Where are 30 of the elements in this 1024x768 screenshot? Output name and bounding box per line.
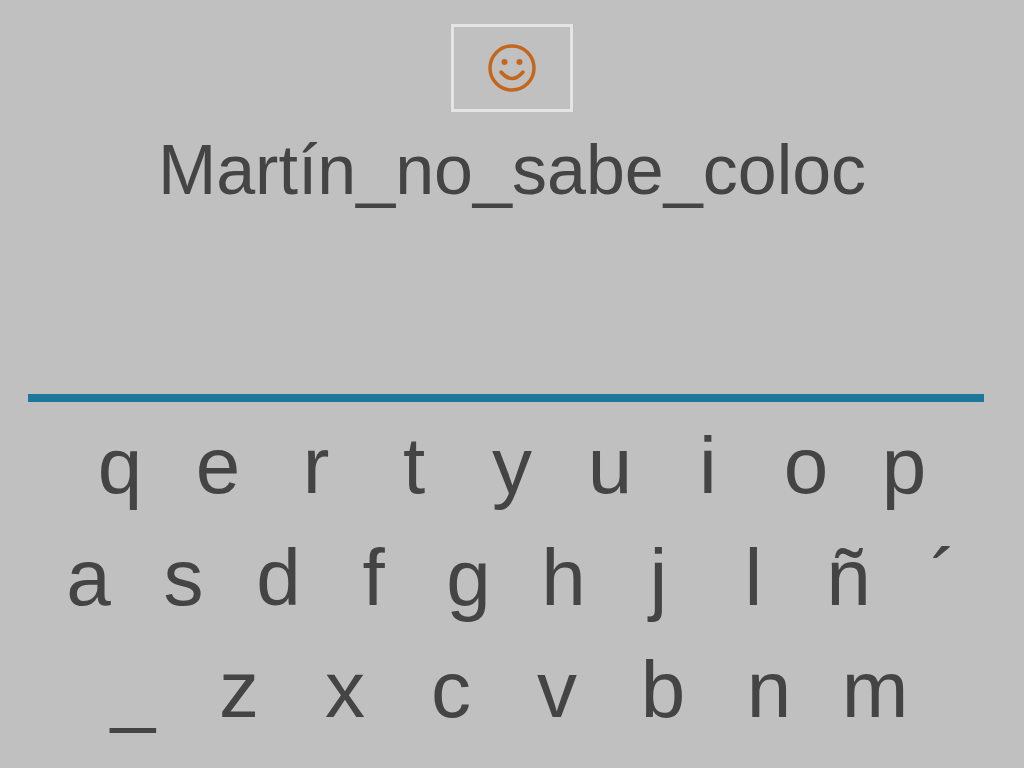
- key-button[interactable]: f: [326, 528, 421, 628]
- key-button[interactable]: z: [186, 640, 292, 740]
- key-button[interactable]: i: [659, 416, 757, 516]
- key-button[interactable]: o: [757, 416, 855, 516]
- key-button[interactable]: y: [463, 416, 561, 516]
- prompt-text: Martín_no_sabe_coloc: [157, 134, 867, 206]
- key-button[interactable]: n: [716, 640, 822, 740]
- key-button[interactable]: h: [516, 528, 611, 628]
- key-button[interactable]: _: [80, 640, 186, 740]
- key-button[interactable]: ´: [896, 528, 991, 628]
- key-button[interactable]: u: [561, 416, 659, 516]
- key-button[interactable]: a: [41, 528, 136, 628]
- key-button[interactable]: g: [421, 528, 516, 628]
- smiley-button[interactable]: [451, 24, 573, 112]
- key-button[interactable]: t: [365, 416, 463, 516]
- key-button[interactable]: q: [71, 416, 169, 516]
- key-button[interactable]: l: [706, 528, 801, 628]
- key-button[interactable]: s: [136, 528, 231, 628]
- key-button[interactable]: c: [398, 640, 504, 740]
- key-button[interactable]: e: [169, 416, 267, 516]
- key-button[interactable]: v: [504, 640, 610, 740]
- key-button[interactable]: d: [231, 528, 326, 628]
- key-button[interactable]: x: [292, 640, 398, 740]
- key-button[interactable]: ñ: [801, 528, 896, 628]
- key-button[interactable]: j: [611, 528, 706, 628]
- key-button[interactable]: p: [855, 416, 953, 516]
- smiley-icon: [487, 43, 537, 93]
- key-button[interactable]: b: [610, 640, 716, 740]
- key-button[interactable]: r: [267, 416, 365, 516]
- key-button[interactable]: m: [822, 640, 928, 740]
